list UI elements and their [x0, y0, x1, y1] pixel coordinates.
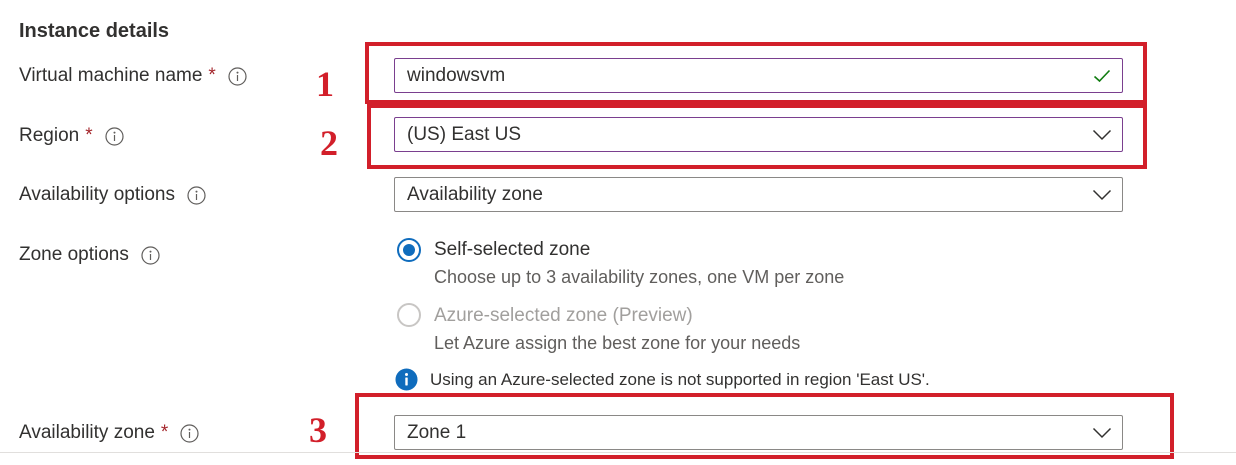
- availability-options-dropdown[interactable]: Availability zone: [394, 177, 1123, 212]
- info-message: Using an Azure-selected zone is not supp…: [395, 368, 930, 391]
- zone-options-label-row: Zone options: [19, 243, 160, 267]
- radio-azure-selected-description: Let Azure assign the best zone for your …: [434, 333, 801, 353]
- availability-options-label: Availability options: [19, 184, 175, 205]
- annotation-number-3: 3: [309, 410, 327, 450]
- region-label: Region: [19, 125, 80, 146]
- radio-azure-selected-label[interactable]: Azure-selected zone (Preview): [434, 304, 693, 328]
- annotation-box-3: [355, 393, 1174, 459]
- section-divider: [0, 452, 1236, 453]
- region-label-row: Region *: [19, 124, 124, 148]
- availability-zone-label-row: Availability zone *: [19, 421, 199, 445]
- annotation-number-1: 1: [316, 64, 334, 104]
- section-title: Instance details: [19, 20, 170, 42]
- info-circle-icon[interactable]: [141, 245, 160, 265]
- radio-self-selected-zone[interactable]: [397, 238, 421, 262]
- availability-zone-label: Availability zone: [19, 422, 155, 443]
- zone-options-label: Zone options: [19, 244, 129, 265]
- annotation-box-1: [365, 42, 1147, 104]
- required-asterisk: *: [160, 422, 169, 443]
- info-circle-icon[interactable]: [187, 185, 206, 205]
- radio-dot: [403, 244, 415, 256]
- annotation-number-2: 2: [320, 123, 338, 163]
- info-circle-icon[interactable]: [228, 66, 247, 86]
- vm-name-label-row: Virtual machine name *: [19, 64, 247, 88]
- chevron-down-icon: [1082, 178, 1122, 211]
- info-filled-icon: [395, 368, 418, 391]
- radio-self-selected-description: Choose up to 3 availability zones, one V…: [434, 267, 845, 287]
- required-asterisk: *: [208, 65, 216, 86]
- info-circle-icon[interactable]: [105, 126, 124, 146]
- availability-options-label-row: Availability options: [19, 183, 206, 207]
- vm-name-label: Virtual machine name: [19, 65, 203, 86]
- radio-azure-selected-zone[interactable]: [397, 303, 421, 327]
- annotation-box-2: [367, 104, 1147, 169]
- info-message-text: Using an Azure-selected zone is not supp…: [430, 369, 930, 389]
- radio-self-selected-label[interactable]: Self-selected zone: [434, 238, 590, 262]
- required-asterisk: *: [85, 125, 93, 146]
- availability-options-value: Availability zone: [407, 183, 543, 205]
- info-circle-icon[interactable]: [180, 423, 199, 443]
